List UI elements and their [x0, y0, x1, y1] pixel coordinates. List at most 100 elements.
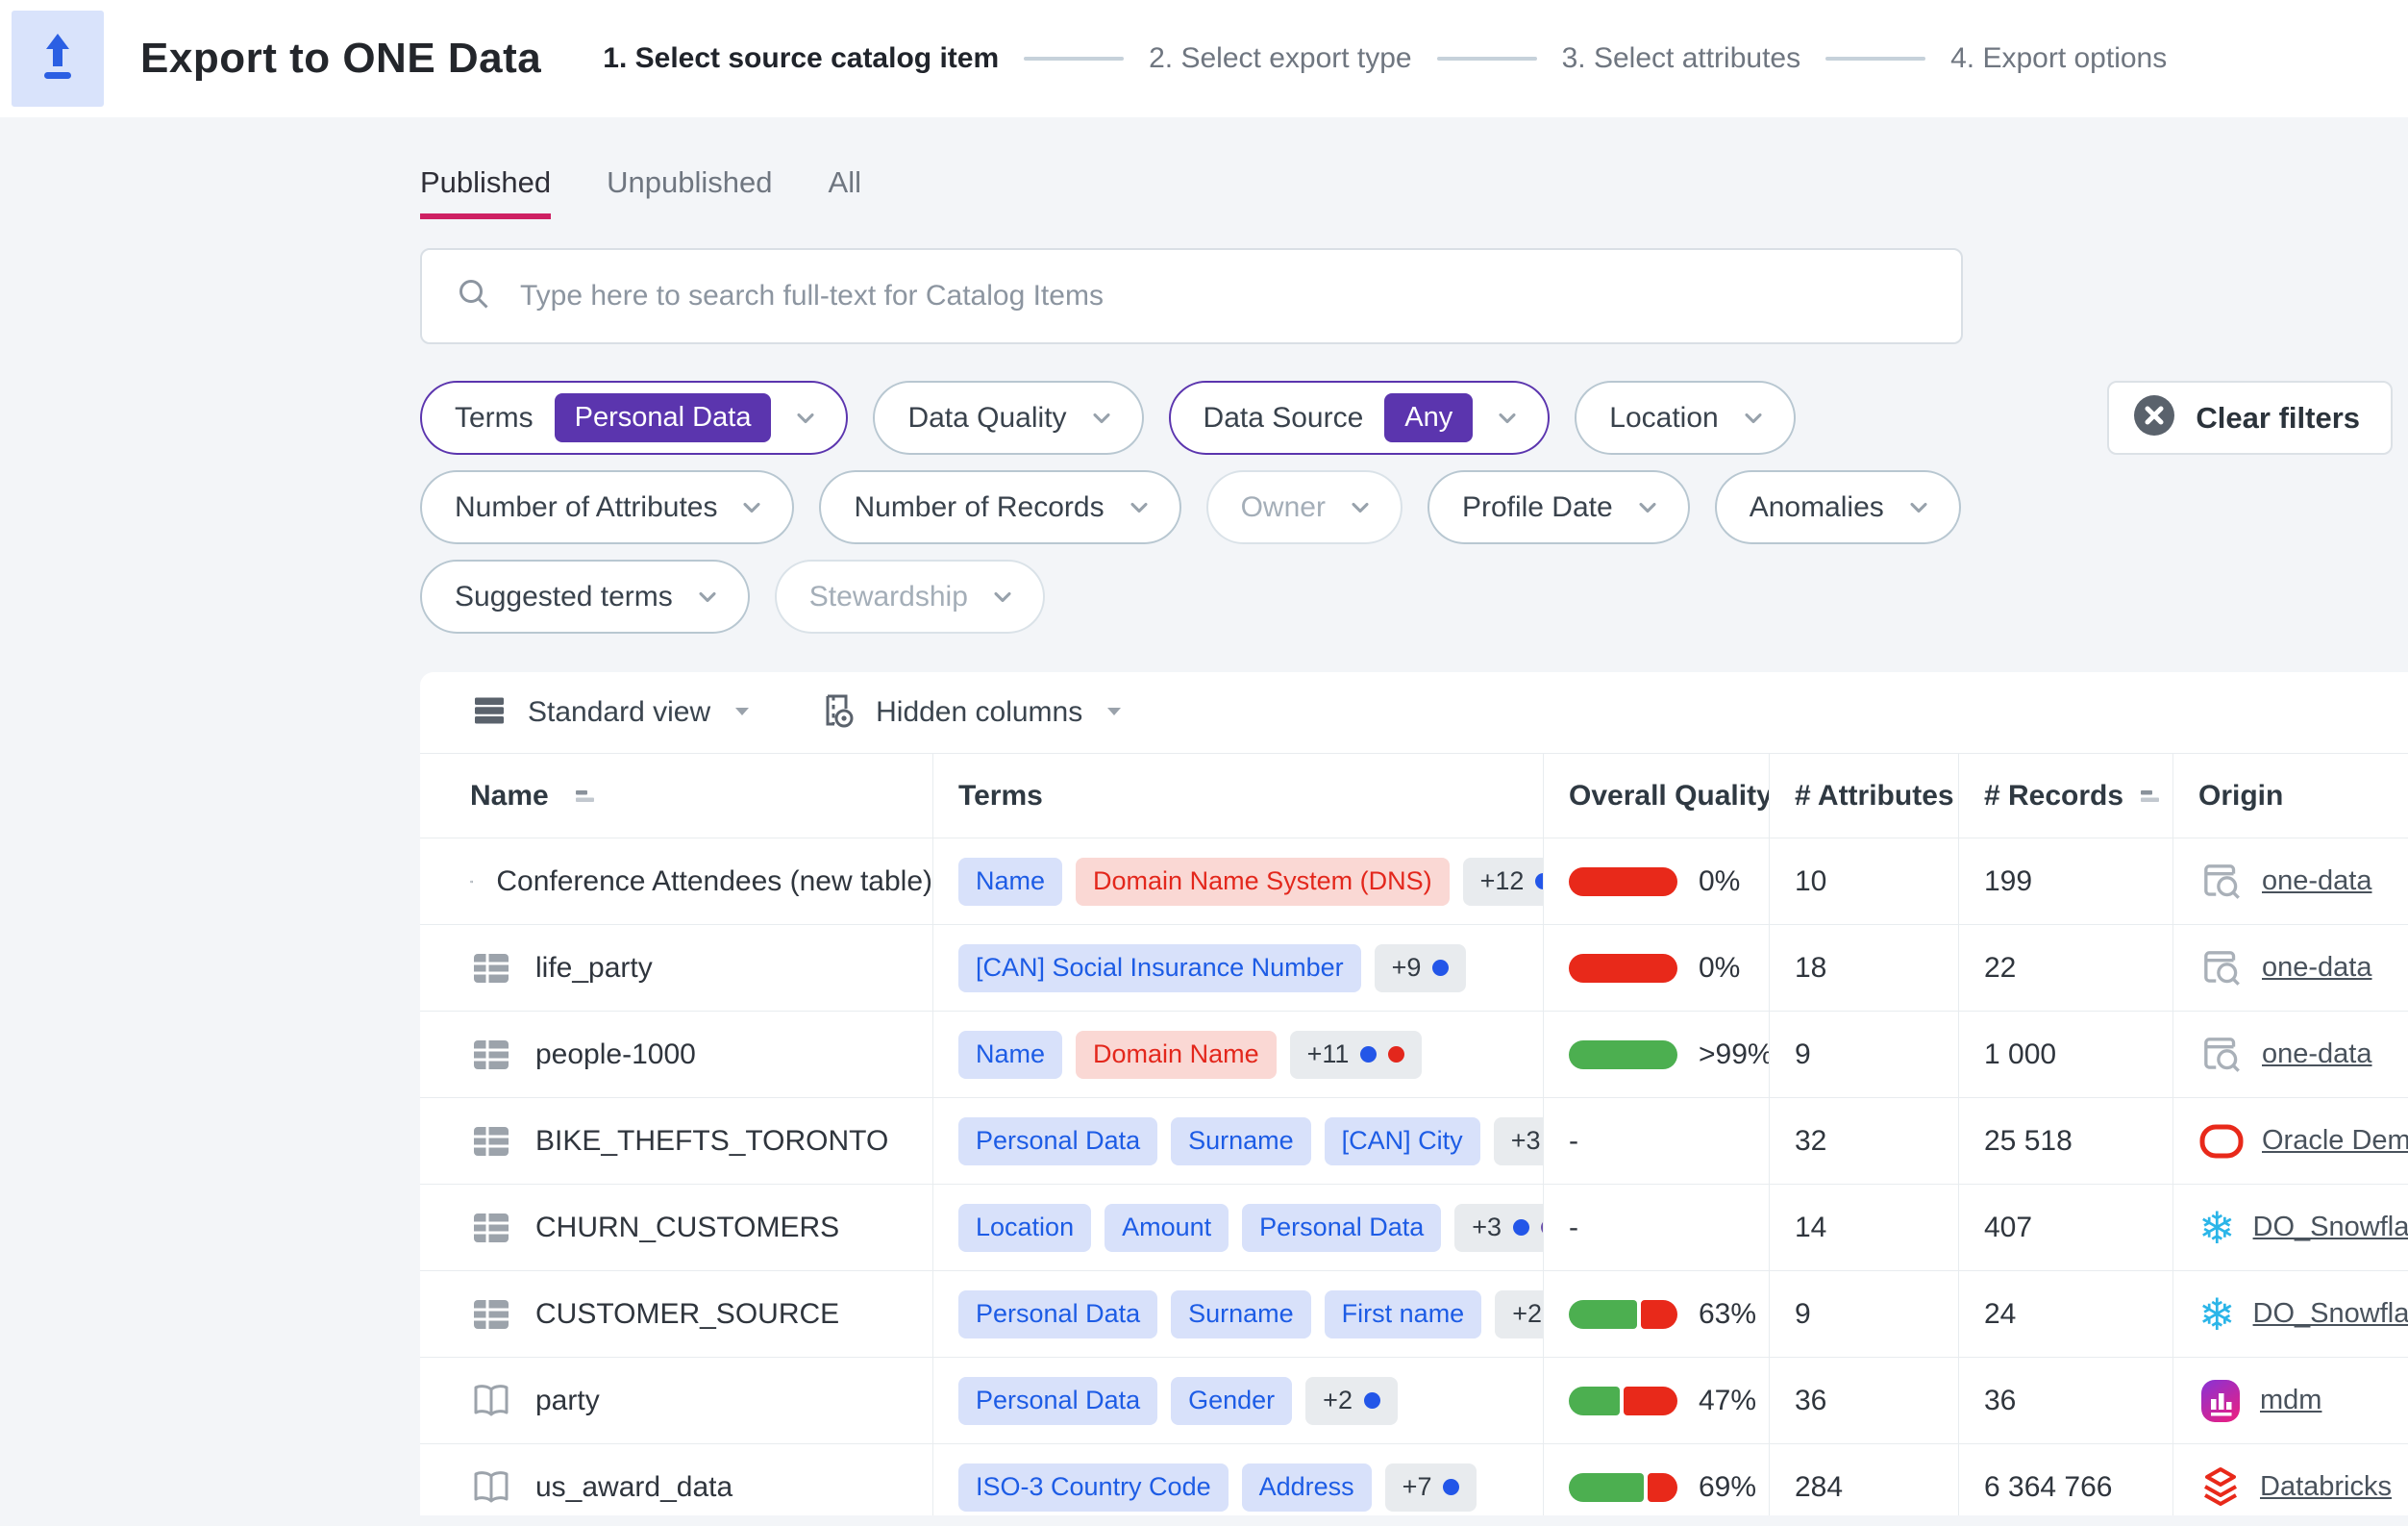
app-header: Export to ONE Data 1. Select source cata…: [0, 0, 2408, 117]
term-chip-gender[interactable]: Gender: [1171, 1377, 1292, 1425]
column-header-records[interactable]: # Records: [1958, 753, 2172, 838]
search-input[interactable]: [518, 279, 1932, 313]
column-header-terms: Terms: [932, 753, 1543, 838]
filter-number-of-records[interactable]: Number of Records: [819, 470, 1180, 544]
term-chip-location[interactable]: Location: [958, 1204, 1091, 1252]
filter-stewardship[interactable]: Stewardship: [775, 560, 1045, 634]
term-chip-label: Personal Data: [976, 1126, 1140, 1156]
table-row-name[interactable]: CUSTOMER_SOURCE: [420, 1270, 932, 1357]
term-chip-personal-data[interactable]: Personal Data: [958, 1290, 1157, 1338]
term-chip-personal-data[interactable]: Personal Data: [1242, 1204, 1441, 1252]
records-count: 6 364 766: [1984, 1471, 2112, 1504]
origin-link-one-data[interactable]: one-data: [2262, 952, 2372, 984]
origin-link-do-snowfla[interactable]: DO_Snowfla: [2253, 1298, 2408, 1330]
filter-suggested-terms[interactable]: Suggested terms: [420, 560, 750, 634]
term-chip-iso-3-country-code[interactable]: ISO-3 Country Code: [958, 1463, 1229, 1512]
origin-link-do-snowfla[interactable]: DO_Snowfla: [2253, 1212, 2408, 1243]
term-chip-surname[interactable]: Surname: [1171, 1117, 1311, 1165]
term-chip-3[interactable]: +3: [1494, 1117, 1543, 1165]
term-chip-can-city[interactable]: [CAN] City: [1325, 1117, 1480, 1165]
one-data-icon: [2198, 859, 2245, 905]
search-icon: [455, 275, 493, 318]
table-row-name[interactable]: people-1000: [420, 1011, 932, 1097]
column-header-label: # Records: [1984, 780, 2123, 813]
table-row-quality: -: [1543, 1097, 1769, 1184]
table-row-quality: 69%: [1543, 1443, 1769, 1515]
table-icon: [470, 1034, 512, 1076]
term-chip-7[interactable]: +7: [1385, 1463, 1477, 1512]
chevron-down-icon: [694, 584, 721, 611]
table-row-attributes: 18: [1769, 924, 1958, 1011]
origin-link-one-data[interactable]: one-data: [2262, 865, 2372, 897]
filter-location[interactable]: Location: [1575, 381, 1795, 455]
origin-link-mdm[interactable]: mdm: [2260, 1385, 2321, 1416]
databricks-icon: [2198, 1465, 2243, 1510]
term-chip-name[interactable]: Name: [958, 1031, 1062, 1079]
term-chip-surname[interactable]: Surname: [1171, 1290, 1311, 1338]
sort-icon[interactable]: [572, 784, 597, 809]
filter-anomalies[interactable]: Anomalies: [1715, 470, 1961, 544]
records-count: 407: [1984, 1212, 2032, 1244]
term-chip-3[interactable]: +3: [1454, 1204, 1543, 1252]
records-count: 1 000: [1984, 1038, 2056, 1071]
view-selector-label: Standard view: [528, 696, 710, 729]
catalog-item-name: us_award_data: [535, 1471, 732, 1504]
term-chip-first-name[interactable]: First name: [1325, 1290, 1482, 1338]
clear-filters-button[interactable]: Clear filters: [2107, 381, 2393, 455]
filter-owner[interactable]: Owner: [1206, 470, 1403, 544]
term-chip-label: Name: [976, 866, 1045, 896]
search-box[interactable]: [420, 248, 1963, 344]
filter-number-of-attributes[interactable]: Number of Attributes: [420, 470, 794, 544]
table-row-name[interactable]: Conference Attendees (new table): [420, 838, 932, 924]
page-title: Export to ONE Data: [140, 35, 541, 83]
catalog-item-name: CUSTOMER_SOURCE: [535, 1298, 839, 1331]
term-chip-11[interactable]: +11: [1290, 1031, 1423, 1079]
term-chip-9[interactable]: +9: [1375, 944, 1467, 992]
view-selector[interactable]: Standard view: [470, 691, 755, 735]
hidden-columns-selector[interactable]: Hidden columns: [816, 690, 1127, 736]
tab-all[interactable]: All: [829, 165, 861, 219]
term-chip-can-social-insurance-number[interactable]: [CAN] Social Insurance Number: [958, 944, 1361, 992]
term-chip-personal-data[interactable]: Personal Data: [958, 1117, 1157, 1165]
quality-red-segment: [1569, 867, 1677, 896]
term-chip-domain-name-system-dns[interactable]: Domain Name System (DNS): [1076, 858, 1450, 906]
records-count: 24: [1984, 1298, 2016, 1331]
column-header-name[interactable]: Name: [420, 753, 932, 838]
origin-icon-wrap: [2198, 859, 2245, 905]
sort-icon[interactable]: [2137, 784, 2162, 809]
filter-data-quality[interactable]: Data Quality: [873, 381, 1143, 455]
term-chip-name[interactable]: Name: [958, 858, 1062, 906]
tab-unpublished[interactable]: Unpublished: [607, 165, 772, 219]
origin-link-databricks[interactable]: Databricks: [2260, 1471, 2392, 1503]
origin-link-one-data[interactable]: one-data: [2262, 1038, 2372, 1070]
term-chip-domain-name[interactable]: Domain Name: [1076, 1031, 1277, 1079]
table-row-name[interactable]: life_party: [420, 924, 932, 1011]
origin-link-oracle-dem[interactable]: Oracle Dem: [2262, 1125, 2408, 1157]
table-row-name[interactable]: party: [420, 1357, 932, 1443]
filter-terms[interactable]: TermsPersonal Data: [420, 381, 848, 455]
term-chip-address[interactable]: Address: [1242, 1463, 1372, 1512]
term-chip-2[interactable]: +2: [1305, 1377, 1398, 1425]
table-row-name[interactable]: BIKE_THEFTS_TORONTO: [420, 1097, 932, 1184]
tab-published[interactable]: Published: [420, 165, 551, 219]
table-row-quality: -: [1543, 1184, 1769, 1270]
filter-label: Terms: [455, 402, 534, 435]
term-chip-12[interactable]: +12: [1463, 858, 1543, 906]
term-chip-2[interactable]: +2: [1495, 1290, 1543, 1338]
filter-data-source[interactable]: Data SourceAny: [1169, 381, 1551, 455]
column-header-label: Name: [470, 780, 549, 813]
term-chip-label: [CAN] City: [1342, 1126, 1463, 1156]
filter-rows-container: TermsPersonal Data Data Quality Data Sourc…: [420, 381, 2393, 634]
table-row-origin: ❄DO_Snowfla: [2172, 1184, 2408, 1270]
table-row-name[interactable]: CHURN_CUSTOMERS: [420, 1184, 932, 1270]
table-row-attributes: 10: [1769, 838, 1958, 924]
table-row-name[interactable]: us_award_data: [420, 1443, 932, 1515]
table-row-origin: one-data: [2172, 924, 2408, 1011]
term-chip-personal-data[interactable]: Personal Data: [958, 1377, 1157, 1425]
table-icon: [470, 947, 512, 989]
column-header-attributes: # Attributes: [1769, 753, 1958, 838]
filters: Clear filters TermsPersonal Data Data Qua…: [420, 381, 2393, 634]
term-chip-amount[interactable]: Amount: [1105, 1204, 1229, 1252]
filter-profile-date[interactable]: Profile Date: [1427, 470, 1690, 544]
export-upload-tile[interactable]: [12, 11, 104, 107]
